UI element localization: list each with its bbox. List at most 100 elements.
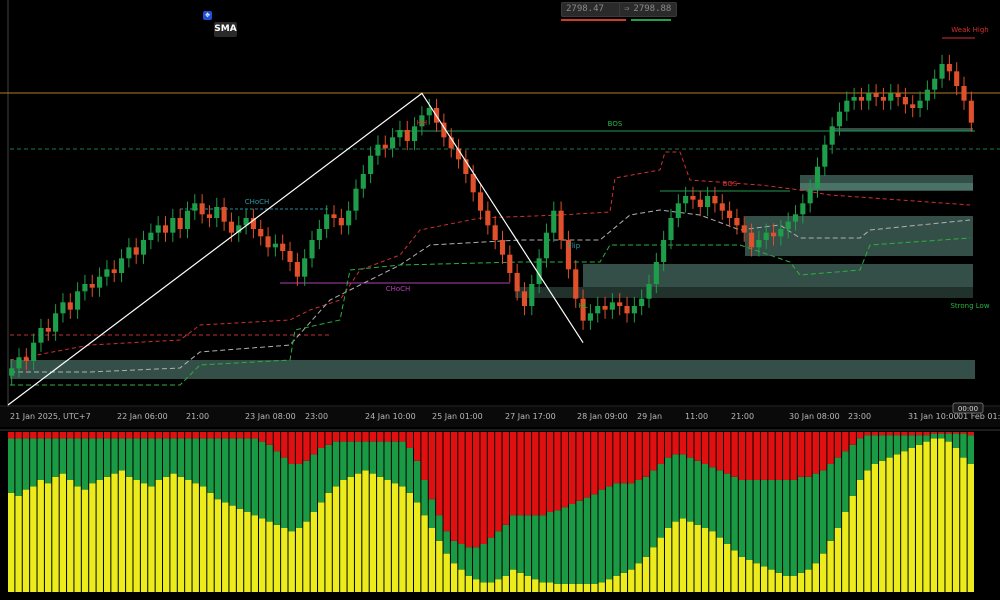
sentiment-bar-green [258,441,266,519]
sentiment-bar-red [325,432,332,445]
sentiment-bar-red [679,432,687,455]
sentiment-bar-yellow [901,451,908,592]
candle-body [53,313,59,332]
sentiment-bar-red [303,432,310,461]
candle-body [763,232,769,240]
sentiment-bar-red [701,432,709,464]
sentiment-bar-green [591,494,598,584]
sentiment-bar-yellow [170,473,177,592]
zone-box [583,264,973,287]
sentiment-bar-yellow [856,480,864,592]
sentiment-bar-red [945,432,952,434]
candle-body [97,276,103,288]
sentiment-bar-green [834,457,842,528]
sentiment-bar-red [340,432,347,442]
candle-body [639,298,645,306]
sentiment-bar-red [140,432,148,439]
sentiment-bar-green [546,512,554,583]
sentiment-bar-green [502,524,509,576]
sentiment-bar-yellow [377,476,384,592]
sentiment-bar-red [170,432,177,439]
sentiment-bar-green [303,460,310,522]
sentiment-bar-yellow [679,518,687,592]
candle-body [734,218,740,226]
sentiment-bar-green [790,480,797,576]
sentiment-bar-red [458,432,465,544]
sentiment-bar-red [214,432,222,439]
sentiment-bar-yellow [155,480,163,592]
sentiment-bar-red [59,432,67,439]
sentiment-bar-yellow [428,528,436,592]
sentiment-bar-red [642,432,650,477]
sentiment-bar-green [406,448,413,493]
bos-label: BOS [608,120,623,128]
sentiment-bar-green [856,438,864,480]
sentiment-bar-green [576,500,583,584]
sentiment-bar-green [89,438,96,484]
sentiment-bar-green [871,435,879,464]
sentiment-bar-red [81,432,89,439]
sentiment-bar-green [295,464,303,528]
sentiment-bar-yellow [436,540,443,592]
sentiment-bar-red [650,432,657,471]
sentiment-bar-yellow [458,569,465,592]
sentiment-bar-red [583,432,591,498]
choch-label-2: CHoCH [386,285,411,293]
sentiment-bar-red [8,432,15,439]
sentiment-bar-yellow [236,508,244,592]
sentiment-bar-red [30,432,37,439]
candle-body [573,269,579,299]
sentiment-bar-yellow [251,515,258,592]
sentiment-bar-yellow [672,521,679,592]
sentiment-bar-red [915,432,923,436]
sentiment-bar-yellow [775,572,783,592]
sentiment-bar-red [753,432,760,480]
x-tick-label: 22 Jan 06:00 [117,412,168,421]
trading-chart: 2798.47 ⇒ 2798.88 ✥ SMA Weak High Strong L… [0,0,1000,600]
candle-body [375,144,381,156]
sentiment-bar-yellow [960,457,967,592]
sentiment-bar-red [377,432,384,442]
sentiment-bar-green [458,544,465,570]
sentiment-bar-yellow [258,518,266,592]
sentiment-bar-green [59,438,67,474]
sentiment-bar-red [613,432,620,484]
sentiment-bar-red [930,432,938,434]
sentiment-bar-green [879,435,886,461]
candle-body [353,188,359,211]
sentiment-bar-red [369,432,377,442]
candle-body [587,313,593,321]
sentiment-bar-yellow [207,492,214,592]
sentiment-bar-green [952,433,960,448]
sentiment-bar-red [908,432,915,436]
sentiment-bar-green [487,537,495,583]
sentiment-bar-green [753,480,760,564]
sentiment-bar-yellow [354,473,362,592]
sentiment-bar-red [716,432,724,471]
sentiment-bar-yellow [724,544,731,592]
candle-body [705,196,711,207]
sentiment-bar-red [672,432,679,455]
sentiment-bar-green [133,438,140,480]
choch-label: CHoCH [245,198,270,206]
sentiment-bar-yellow [118,470,126,592]
sentiment-bar-red [694,432,701,461]
sentiment-bar-red [797,432,805,477]
candle-body [148,232,154,240]
sentiment-bar-green [650,470,657,548]
sentiment-bar-yellow [694,524,701,592]
candle-body [368,155,374,174]
sentiment-bar-red [709,432,716,468]
candle-body [206,214,213,218]
sentiment-bar-yellow [923,441,930,592]
sentiment-bar-red [886,432,893,436]
sentiment-bar-green [561,507,569,584]
sentiment-bar-green [797,476,805,573]
candle-body [631,306,637,314]
sentiment-bar-green [827,464,834,541]
sentiment-bar-yellow [701,528,709,592]
candle-body [126,247,132,259]
sentiment-bar-red [893,432,901,436]
sentiment-bar-yellow [332,486,340,592]
candle-body [492,225,498,240]
